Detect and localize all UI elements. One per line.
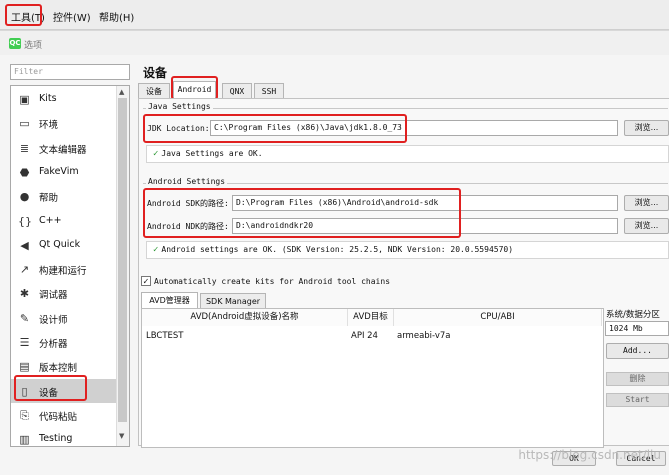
- menu-tools[interactable]: 工具(T): [11, 9, 45, 24]
- dialog-title: 选项: [24, 41, 43, 51]
- category-label: Kits: [39, 93, 57, 104]
- auto-create-kits-checkbox[interactable]: ✓: [141, 276, 151, 286]
- category-item[interactable]: ≣ 文本编辑器: [11, 136, 117, 160]
- category-item[interactable]: ⎘ 代码粘贴: [11, 403, 117, 427]
- java-group-title: Java Settings: [146, 102, 213, 111]
- category-label: 文本编辑器: [39, 144, 87, 156]
- category-item[interactable]: ▯ 设备: [11, 378, 117, 403]
- category-label: 设备: [39, 387, 59, 399]
- category-label: Qt Quick: [39, 238, 81, 250]
- menu-controls[interactable]: 控件(W): [53, 9, 91, 24]
- tab-ssh[interactable]: SSH: [254, 83, 284, 99]
- version-control-icon: ▤: [19, 360, 30, 374]
- tab-qnx[interactable]: QNX: [222, 83, 252, 99]
- auto-create-kits-label: Automatically create kits for Android to…: [154, 277, 391, 286]
- category-item[interactable]: ⬣ FakeVim: [11, 160, 117, 184]
- avd-target-header[interactable]: AVD目标: [348, 309, 394, 326]
- device-icon: ▯: [21, 384, 28, 398]
- kits-icon: ▣: [19, 93, 30, 106]
- avd-name-header[interactable]: AVD(Android虚拟设备)名称: [142, 309, 348, 326]
- avd-cpu-header[interactable]: CPU/ABI: [394, 309, 602, 326]
- qtquick-icon: ◀: [20, 238, 29, 252]
- braces-icon: {}: [18, 214, 32, 228]
- category-item[interactable]: ✎ 设计师: [11, 306, 117, 330]
- avd-start-button[interactable]: Start: [606, 393, 669, 407]
- watermark-text: https://blog.csdn.net/liu: [518, 448, 661, 462]
- category-label: 分析器: [39, 339, 68, 350]
- tab-avd-manager[interactable]: AVD管理器: [141, 292, 198, 308]
- category-label: 构建和运行: [39, 266, 87, 278]
- category-item[interactable]: ◀ Qt Quick: [11, 233, 117, 257]
- category-item[interactable]: ☰ 分析器: [11, 330, 117, 354]
- category-item[interactable]: ▤ 版本控制: [11, 354, 117, 378]
- java-status: ✓ Java Settings are OK.: [146, 145, 669, 163]
- java-group-line: [143, 108, 668, 109]
- avd-row-cpu: armeabi-v7a: [397, 331, 451, 341]
- dialog-titlebar: [0, 31, 669, 55]
- category-list: ▣ Kits ▭ 环境 ≣ 文本编辑器 ⬣ FakeVim ● 帮助 {} C++ ◀ Qt Quick ↗…: [10, 85, 130, 447]
- menubar: 工具(T) 控件(W) 帮助(H): [0, 0, 669, 30]
- avd-add-button[interactable]: Add...: [606, 343, 669, 359]
- category-label: 环境: [39, 120, 59, 132]
- jdk-browse-button[interactable]: 浏览...: [624, 120, 669, 136]
- category-item[interactable]: ▭ 环境: [11, 111, 117, 135]
- avd-table: [141, 308, 604, 448]
- category-item[interactable]: ▣ Kits: [11, 87, 117, 111]
- sdk-label: Android SDK的路径:: [147, 199, 229, 208]
- page-title: 设备: [143, 66, 168, 80]
- menu-help[interactable]: 帮助(H): [99, 9, 134, 24]
- scroll-up-icon[interactable]: ▲: [119, 88, 124, 96]
- avd-row-target: API 24: [351, 331, 378, 341]
- jdk-location-field[interactable]: C:\Program Files (x86)\Java\jdk1.8.0_73: [210, 120, 618, 136]
- bug-icon: ✱: [19, 287, 30, 301]
- text-editor-icon: ≣: [19, 141, 30, 155]
- filter-input[interactable]: Filter: [10, 64, 130, 80]
- category-label: 帮助: [39, 193, 59, 205]
- category-label: Testing: [39, 433, 73, 445]
- sdk-path-field[interactable]: D:\Program Files (x86)\Android\android-s…: [232, 195, 618, 211]
- partition-size-field[interactable]: 1024 Mb: [605, 321, 669, 336]
- monitor-icon: ▭: [19, 117, 30, 131]
- ndk-browse-button[interactable]: 浏览...: [624, 218, 669, 234]
- tab-devices[interactable]: 设备: [138, 83, 170, 99]
- paste-icon: ⎘: [20, 408, 29, 422]
- jdk-label: JDK Location:: [147, 124, 210, 133]
- sdk-browse-button[interactable]: 浏览...: [624, 195, 669, 211]
- category-label: C++: [39, 214, 62, 226]
- android-ok-check-icon: ✓: [153, 245, 159, 255]
- category-item[interactable]: {} C++: [11, 209, 117, 233]
- hammer-icon: ↗: [19, 263, 30, 277]
- pencil-icon: ✎: [19, 311, 30, 325]
- scroll-down-icon[interactable]: ▼: [119, 432, 124, 440]
- category-item[interactable]: ● 帮助: [11, 184, 117, 208]
- category-label: FakeVim: [39, 165, 79, 177]
- category-label: 版本控制: [39, 363, 78, 375]
- tab-android[interactable]: Android: [173, 81, 216, 99]
- android-status: ✓ Android settings are OK. (SDK Version: …: [146, 241, 669, 259]
- ndk-path-field[interactable]: D:\androidndkr20: [232, 218, 618, 234]
- category-item[interactable]: ▥ Testing: [11, 427, 117, 447]
- category-scrollbar-thumb[interactable]: [118, 98, 127, 422]
- ndk-label: Android NDK的路径:: [147, 222, 229, 231]
- category-label: 设计师: [39, 314, 68, 326]
- category-item[interactable]: ✱ 调试器: [11, 281, 117, 305]
- testing-icon: ▥: [19, 433, 30, 447]
- java-ok-check-icon: ✓: [153, 149, 159, 159]
- help-icon: ●: [19, 190, 30, 204]
- java-status-text: Java Settings are OK.: [161, 149, 263, 158]
- category-label: 调试器: [39, 290, 68, 302]
- fakevim-icon: ⬣: [19, 165, 30, 179]
- analyzer-icon: ☰: [19, 336, 30, 349]
- android-group-title: Android Settings: [146, 177, 228, 186]
- avd-delete-button[interactable]: 删除: [606, 372, 669, 386]
- tab-sdk-manager[interactable]: SDK Manager: [200, 293, 266, 308]
- category-label: 代码粘贴: [39, 411, 78, 423]
- category-item[interactable]: ↗ 构建和运行: [11, 257, 117, 281]
- partition-size-label: 系统/数据分区: [606, 310, 660, 320]
- avd-row-name: LBCTEST: [146, 331, 184, 341]
- android-status-text: Android settings are OK. (SDK Version: 2…: [161, 245, 514, 254]
- qtcreator-logo-icon: QC: [9, 38, 21, 49]
